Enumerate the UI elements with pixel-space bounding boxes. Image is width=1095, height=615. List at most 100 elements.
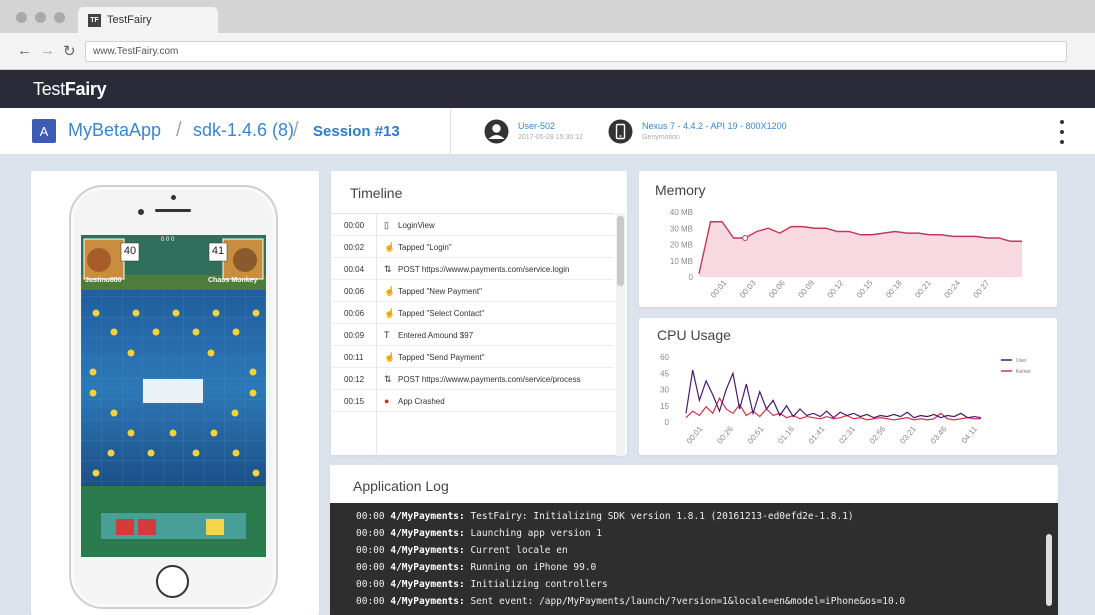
cpu-series-user — [685, 369, 982, 419]
timeline-time: 00:00 — [344, 221, 365, 230]
x-tick-label: 01:16 — [776, 424, 796, 446]
back-arrow-icon[interactable]: ← — [17, 42, 32, 59]
tab-title: TestFairy — [107, 14, 152, 26]
cpu-chart[interactable]: 60 45 30 15 0 User Kernel 00:01 00:26 00:51 01:16 0… — [639, 318, 1057, 455]
y-tick-label: 10 MB — [670, 257, 693, 266]
x-tick-label: 00:21 — [913, 278, 933, 300]
x-tick-label: 00:03 — [738, 278, 758, 300]
timeline-row[interactable]: 00:12 ⇅ POST https://wwww.payments.com/ser… — [331, 368, 614, 390]
x-tick-label: 00:27 — [972, 278, 992, 300]
front-camera-icon — [171, 195, 176, 200]
timeline-row[interactable]: 00:06 ☝ Tapped "New Payment" — [331, 280, 614, 302]
game-score-right: 41 — [211, 245, 225, 257]
reload-icon[interactable]: ↻ — [63, 42, 76, 60]
crash-icon: ● — [384, 396, 390, 406]
app-badge-icon[interactable]: A — [32, 119, 56, 143]
log-time: 00:00 — [356, 545, 385, 556]
game-player-left-name: Justino800 — [85, 277, 122, 284]
legend-label: Kernel — [1016, 369, 1030, 375]
tap-icon: ☝ — [384, 242, 396, 252]
log-scrollbar[interactable] — [1046, 534, 1052, 606]
app-screen-recording[interactable]: 40 41 Justino800 Chaos Monkey 0 0 0 — [81, 235, 266, 557]
timeline-event: Tapped "New Payment" — [398, 287, 482, 296]
x-tick-label: 04:11 — [960, 424, 980, 445]
browser-tab[interactable]: TF TestFairy — [78, 7, 218, 33]
timeline-time: 00:06 — [344, 309, 365, 318]
session-device-sub: Genymotion — [642, 134, 680, 141]
maximize-window-button[interactable] — [54, 12, 65, 23]
timeline-scroll-thumb[interactable] — [617, 216, 624, 286]
breadcrumb-version[interactable]: sdk-1.4.6 (8) — [193, 120, 294, 141]
user-avatar-icon — [484, 119, 509, 144]
log-line: 00:00 4/MyPayments: Initializing control… — [356, 579, 608, 590]
tap-icon: ☝ — [384, 308, 396, 318]
network-icon: ⇅ — [384, 264, 392, 274]
session-user[interactable]: User-502 — [518, 121, 555, 131]
y-tick-label: 60 — [660, 353, 669, 362]
x-tick-label: 00:06 — [767, 278, 787, 300]
timeline-event: POST https://wwww.payments.com/service.l… — [398, 265, 570, 274]
breadcrumb-separator: / — [176, 119, 182, 141]
timeline-row[interactable]: 00:00 ▯ LoginView — [331, 214, 614, 236]
log-message: Launching app version 1 — [470, 528, 602, 539]
logo-light: Test — [33, 79, 65, 99]
address-bar[interactable]: www.TestFairy.com — [85, 41, 1067, 62]
tap-icon: ☝ — [384, 352, 396, 362]
tap-icon: ☝ — [384, 286, 396, 296]
timeline-row[interactable]: 00:15 ● App Crashed — [331, 390, 614, 412]
game-player-right-name: Chaos Monkey — [208, 277, 258, 284]
close-window-button[interactable] — [16, 12, 27, 23]
timeline-row[interactable]: 00:04 ⇅ POST https://wwww.payments.com/ser… — [331, 258, 614, 280]
timeline-event: App Crashed — [398, 397, 445, 406]
x-tick-label: 02:31 — [837, 424, 857, 446]
timeline-title: Timeline — [350, 185, 403, 201]
forward-arrow-icon[interactable]: → — [40, 42, 55, 59]
x-tick-label: 03:21 — [898, 424, 918, 446]
log-tag: 4/MyPayments: — [390, 562, 465, 573]
timeline-event: POST https://wwww.payments.com/service/p… — [398, 375, 581, 384]
more-options-icon[interactable] — [1059, 120, 1065, 144]
text-input-icon: T — [384, 330, 390, 340]
log-message: Current locale en — [470, 545, 568, 556]
log-line: 00:00 4/MyPayments: Sent event: /app/MyP… — [356, 596, 905, 607]
y-tick-label: 30 MB — [670, 224, 693, 233]
timeline-event: Tapped "Login" — [398, 243, 452, 252]
session-device[interactable]: Nexus 7 - 4.4.2 - API 19 - 800X1200 — [642, 121, 787, 131]
timeline-time: 00:09 — [344, 331, 365, 340]
x-tick-label: 00:01 — [709, 278, 729, 300]
y-tick-label: 0 — [689, 273, 694, 282]
log-time: 00:00 — [356, 562, 385, 573]
log-line: 00:00 4/MyPayments: Running on iPhone 99… — [356, 562, 596, 573]
x-tick-label: 00:01 — [685, 424, 705, 446]
breadcrumb-app[interactable]: MyBetaApp — [68, 120, 161, 141]
home-button[interactable] — [156, 565, 189, 598]
timeline-time: 00:02 — [344, 243, 365, 252]
testfairy-logo[interactable]: TestFairy — [33, 79, 107, 100]
minimize-window-button[interactable] — [35, 12, 46, 23]
game-score-left: 40 — [123, 245, 137, 257]
memory-area — [699, 221, 1022, 277]
session-header: A MyBetaApp / sdk-1.4.6 (8) / Session #1… — [0, 108, 1095, 155]
timeline-row[interactable]: 00:09 T Entered Amound $97 — [331, 324, 614, 346]
log-message: Initializing controllers — [470, 579, 608, 590]
timeline-time: 00:15 — [344, 397, 365, 406]
y-tick-label: 45 — [660, 369, 669, 378]
timeline-event: Tapped "Select Contact" — [398, 309, 485, 318]
x-tick-label: 00:09 — [796, 278, 816, 300]
x-tick-label: 00:26 — [715, 424, 735, 446]
x-tick-label: 02:56 — [868, 424, 888, 446]
timeline-event: Entered Amound $97 — [398, 331, 474, 340]
x-tick-label: 00:51 — [746, 424, 766, 446]
log-line: 00:00 4/MyPayments: TestFairy: Initializ… — [356, 511, 854, 522]
log-message: TestFairy: Initializing SDK version 1.8.… — [470, 511, 854, 522]
memory-chart[interactable]: 40 MB 30 MB 20 MB 10 MB 0 00:01 00:03 00:06 00:0… — [639, 171, 1057, 307]
cpu-series-kernel — [685, 396, 981, 421]
log-tag: 4/MyPayments: — [390, 511, 465, 522]
timeline-row[interactable]: 00:02 ☝ Tapped "Login" — [331, 236, 614, 258]
timeline-row[interactable]: 00:06 ☝ Tapped "Select Contact" — [331, 302, 614, 324]
network-icon: ⇅ — [384, 374, 392, 384]
game-top-score: 0 0 0 — [161, 237, 175, 243]
camera-icon — [138, 209, 144, 215]
speaker-icon — [155, 209, 191, 212]
timeline-row[interactable]: 00:11 ☝ Tapped "Send Payment" — [331, 346, 614, 368]
